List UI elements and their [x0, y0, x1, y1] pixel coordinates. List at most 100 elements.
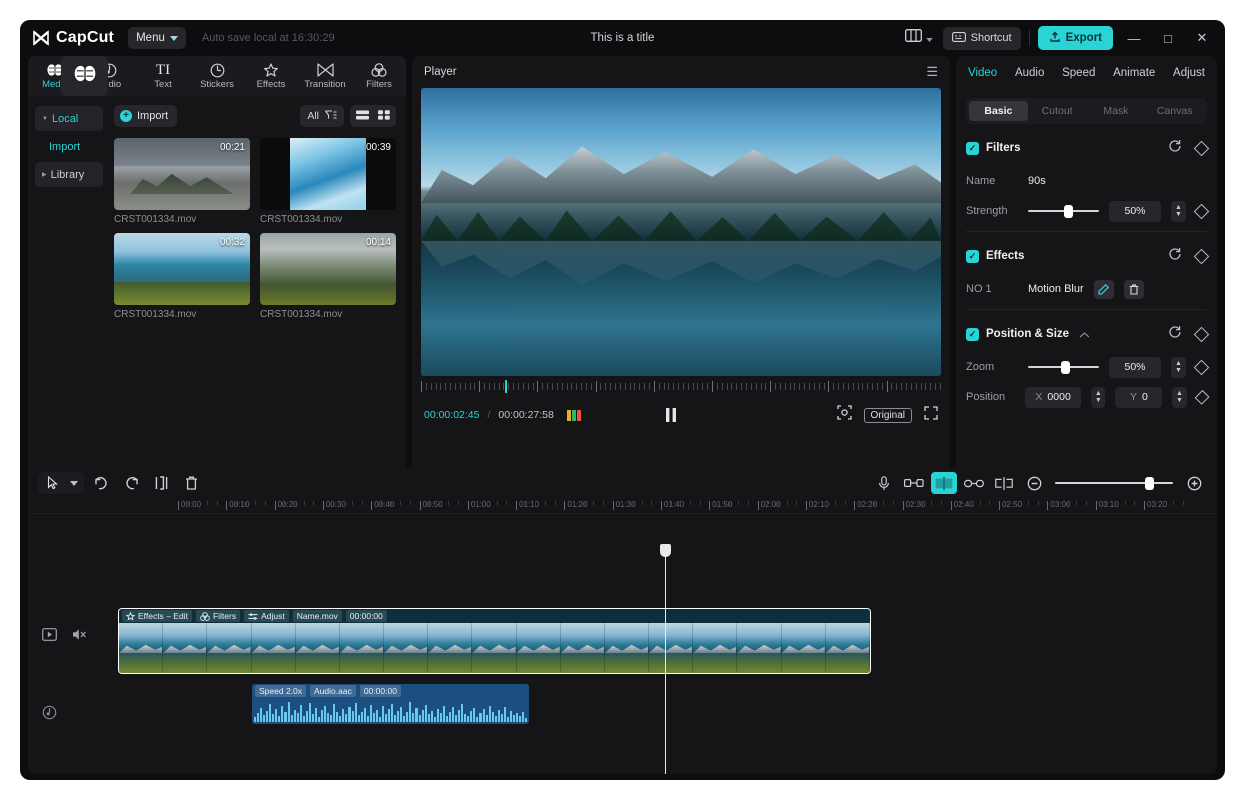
tab-filters[interactable]: Filters [352, 56, 406, 96]
list-view-icon[interactable] [356, 107, 369, 125]
media-thumbnail[interactable]: 00:14 [260, 233, 396, 305]
select-tool-dropdown-icon[interactable] [66, 472, 82, 494]
reset-icon[interactable] [1168, 139, 1182, 158]
minimize-button[interactable]: — [1121, 26, 1147, 50]
reset-icon[interactable] [1168, 325, 1182, 344]
position-x-field[interactable]: X 0000 [1024, 386, 1082, 408]
zoom-stepper[interactable]: ▲ ▼ [1171, 356, 1186, 378]
tab-video[interactable]: Video [968, 67, 997, 79]
filter-strength-slider[interactable] [1028, 204, 1099, 218]
menu-button[interactable]: Menu [128, 27, 186, 49]
layout-button[interactable] [903, 27, 935, 49]
position-x-stepper[interactable]: ▲ ▼ [1091, 386, 1106, 408]
video-preview[interactable] [421, 88, 941, 376]
keyframe-icon[interactable] [1193, 140, 1210, 156]
playhead[interactable] [660, 544, 671, 774]
delete-effect-button[interactable] [1123, 279, 1144, 299]
player-menu-icon[interactable]: ☰ [926, 64, 938, 80]
filter-strength-value[interactable]: 50% [1109, 200, 1161, 222]
snap-toggle-button[interactable] [991, 472, 1017, 494]
tab-effects[interactable]: Effects [244, 56, 298, 96]
focus-frame-icon[interactable] [836, 405, 852, 425]
effects-checkbox[interactable]: ✓ [966, 249, 979, 263]
segment-canvas[interactable]: Canvas [1145, 101, 1204, 121]
fullscreen-icon[interactable] [924, 405, 938, 425]
media-item[interactable]: 00:14 CRST001334.mov [260, 233, 396, 320]
filters-checkbox[interactable]: ✓ [966, 141, 979, 155]
media-item[interactable]: 00:21 CRST001334.mov [114, 138, 250, 225]
keyframe-icon[interactable] [1194, 389, 1210, 405]
media-thumbnail[interactable]: 00:39 [260, 138, 396, 210]
import-button[interactable]: + Import [114, 105, 178, 127]
audio-clip[interactable]: Speed 2.0x Audio.aac 00:00:00 [252, 684, 529, 724]
audio-track-icon[interactable] [41, 704, 57, 720]
layout-icon [904, 29, 922, 47]
keyframe-icon[interactable] [1193, 359, 1210, 375]
zoom-slider[interactable] [1028, 360, 1099, 374]
redo-button[interactable] [118, 472, 144, 494]
position-y-field[interactable]: Y 0 [1115, 386, 1163, 408]
clip-filters-chip[interactable]: Filters [195, 610, 241, 622]
filter-strength-stepper[interactable]: ▲ ▼ [1171, 200, 1186, 222]
auto-cut-button[interactable] [901, 472, 927, 494]
tab-adjust[interactable]: Adjust [1173, 67, 1205, 79]
tab-text[interactable]: TI Text [136, 56, 190, 96]
zoom-in-button[interactable] [1181, 472, 1207, 494]
collapse-icon[interactable] [1079, 325, 1090, 343]
play-pause-button[interactable] [665, 408, 677, 422]
slider-knob[interactable] [1063, 204, 1073, 218]
maximize-button[interactable]: □ [1155, 26, 1181, 50]
segment-basic[interactable]: Basic [969, 101, 1028, 121]
clip-adjust-chip[interactable]: Adjust [244, 610, 289, 622]
edit-effect-button[interactable] [1093, 279, 1114, 299]
filter-button[interactable]: All [300, 105, 344, 127]
tab-speed[interactable]: Speed [1062, 67, 1095, 79]
player-playhead[interactable] [505, 380, 507, 393]
segment-mask[interactable]: Mask [1087, 101, 1146, 121]
player-scrubber[interactable] [421, 380, 941, 398]
close-button[interactable]: ✕ [1189, 26, 1215, 50]
media-thumbnail[interactable]: 00:32 [114, 233, 250, 305]
zoom-value[interactable]: 50% [1109, 356, 1161, 378]
split-button[interactable] [148, 472, 174, 494]
media-item[interactable]: 00:39 CRST001334.mov [260, 138, 396, 225]
link-clip-button[interactable] [961, 472, 987, 494]
timeline-ruler[interactable]: 00:00 00:10 00:20 00:30 00:40 00:50 01:00 01:10… [28, 498, 1217, 514]
keyframe-icon[interactable] [1193, 248, 1210, 264]
delete-button[interactable] [178, 472, 204, 494]
track-preview-icon[interactable] [41, 626, 57, 642]
scale-button[interactable]: Original [863, 407, 912, 423]
tab-stickers[interactable]: Stickers [190, 56, 244, 96]
export-button[interactable]: Export [1037, 26, 1113, 50]
position-y-stepper[interactable]: ▲ ▼ [1172, 386, 1187, 408]
position-size-checkbox[interactable]: ✓ [966, 327, 979, 341]
clip-effects-chip[interactable]: Effects – Edit [122, 610, 192, 622]
media-thumbnail[interactable]: 00:21 [114, 138, 250, 210]
sidebar-item-import[interactable]: Import [35, 134, 103, 159]
playhead-handle[interactable] [660, 544, 671, 557]
tab-transition[interactable]: Transition [298, 56, 352, 96]
sidebar-item-library[interactable]: ▶ Library [35, 162, 103, 187]
reset-icon[interactable] [1168, 247, 1182, 266]
mirror-clip-button[interactable] [931, 472, 957, 494]
segment-cutout[interactable]: Cutout [1028, 101, 1087, 121]
keyframe-icon[interactable] [1193, 326, 1210, 342]
record-mic-button[interactable] [871, 472, 897, 494]
video-clip[interactable]: Effects – Edit Filters Adjust Name.mov 0… [118, 608, 871, 674]
zoom-out-button[interactable] [1021, 472, 1047, 494]
slider-knob[interactable] [1144, 476, 1154, 490]
undo-button[interactable] [88, 472, 114, 494]
slider-knob[interactable] [1060, 360, 1070, 374]
tab-audio[interactable]: Audio [1015, 67, 1044, 79]
keyframe-icon[interactable] [1193, 203, 1210, 219]
shortcut-button[interactable]: Shortcut [942, 26, 1021, 50]
tab-media-highlight[interactable] [61, 56, 108, 96]
sidebar-item-local[interactable]: ▼ Local [35, 106, 103, 131]
select-tool-icon[interactable] [40, 472, 66, 494]
track-mute-icon[interactable] [71, 626, 87, 642]
grid-view-icon[interactable] [378, 107, 390, 125]
color-bars-icon[interactable] [566, 409, 581, 421]
tab-animate[interactable]: Animate [1113, 67, 1155, 79]
timeline-zoom-slider[interactable] [1055, 476, 1173, 490]
media-item[interactable]: 00:32 CRST001334.mov [114, 233, 250, 320]
